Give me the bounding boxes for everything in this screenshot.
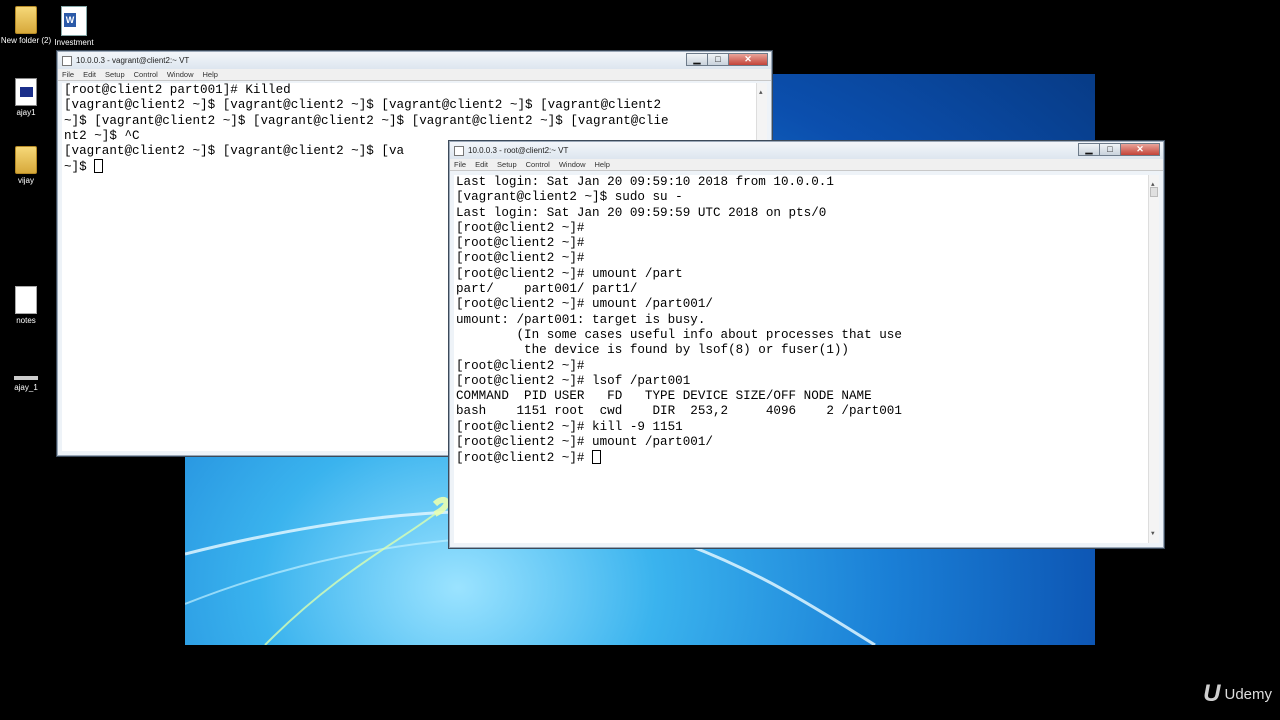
- menu-bar: File Edit Setup Control Window Help: [450, 159, 1163, 171]
- udemy-text: Udemy: [1224, 685, 1272, 703]
- terminal-line: [root@client2 ~]# umount /part: [456, 266, 683, 281]
- scrollbar-thumb[interactable]: [1150, 187, 1158, 197]
- window-titlebar[interactable]: 10.0.0.3 - vagrant@client2:~ VT ▁ □ ✕: [58, 52, 771, 69]
- desktop-icon-label: Investment: [54, 38, 94, 47]
- menu-setup[interactable]: Setup: [105, 70, 125, 79]
- terminal-line: (In some cases useful info about process…: [456, 327, 902, 342]
- desktop-icon-label: notes: [16, 316, 36, 325]
- desktop-icon-new-folder[interactable]: New folder (2): [0, 6, 52, 46]
- minimize-button[interactable]: ▁: [1078, 143, 1100, 156]
- terminal-line-prompt: [root@client2 ~]#: [456, 450, 1159, 466]
- terminal-window-root[interactable]: 10.0.0.3 - root@client2:~ VT ▁ □ ✕ File …: [449, 141, 1164, 548]
- close-button[interactable]: ✕: [1120, 143, 1160, 156]
- terminal-line: the device is found by lsof(8) or fuser(…: [456, 343, 849, 358]
- terminal-line: [root@client2 ~]#: [456, 220, 585, 235]
- menu-control[interactable]: Control: [526, 160, 550, 169]
- desktop-icon-label: ajay_1: [14, 383, 38, 392]
- text-cursor: [94, 159, 104, 174]
- word-document-icon: W: [61, 6, 87, 36]
- terminal-line: [root@client2 ~]# kill -9 1151: [456, 419, 683, 434]
- desktop-icon-label: ajay1: [16, 108, 36, 117]
- menu-file[interactable]: File: [454, 160, 466, 169]
- terminal-line: Last login: Sat Jan 20 09:59:10 2018 fro…: [456, 175, 834, 189]
- terminal-line: [root@client2 ~]# umount /part001/: [456, 435, 713, 450]
- menu-file[interactable]: File: [62, 70, 74, 79]
- window-titlebar[interactable]: 10.0.0.3 - root@client2:~ VT ▁ □ ✕: [450, 142, 1163, 159]
- word-letter: W: [64, 13, 76, 27]
- desktop-icon-label: New folder (2): [0, 36, 52, 45]
- text-file-icon: [15, 286, 37, 314]
- terminal-line: Last login: Sat Jan 20 09:59:59 UTC 2018…: [456, 205, 827, 220]
- text-cursor: [592, 450, 602, 465]
- menu-setup[interactable]: Setup: [497, 160, 517, 169]
- terminal-line: [root@client2 ~]#: [456, 236, 585, 251]
- shortcut-icon: [15, 78, 37, 106]
- folder-icon: [15, 6, 37, 34]
- menu-help[interactable]: Help: [595, 160, 610, 169]
- window-controls: ▁ □ ✕: [1078, 143, 1160, 156]
- window-title: 10.0.0.3 - vagrant@client2:~ VT: [76, 56, 190, 65]
- udemy-logo-icon: U: [1203, 680, 1221, 707]
- terminal-line: [root@client2 ~]# umount /part001/: [456, 297, 713, 312]
- terminal-line: bash 1151 root cwd DIR 253,2 4096 2 /par…: [456, 404, 902, 419]
- desktop-icon-label: vijay: [17, 176, 34, 185]
- close-button[interactable]: ✕: [728, 53, 768, 66]
- menu-edit[interactable]: Edit: [83, 70, 96, 79]
- terminal-line: [root@client2 ~]# lsof /part001: [456, 373, 691, 388]
- menu-control[interactable]: Control: [134, 70, 158, 79]
- folder-icon: [15, 146, 37, 174]
- minimize-button[interactable]: ▁: [686, 53, 708, 66]
- terminal-app-icon: [62, 55, 72, 66]
- desktop-icon-notes[interactable]: notes: [0, 286, 52, 326]
- terminal-line: COMMAND PID USER FD TYPE DEVICE SIZE/OFF…: [456, 389, 872, 404]
- terminal-line: [vagrant@client2 ~]$ sudo su -: [456, 190, 683, 205]
- window-controls: ▁ □ ✕: [686, 53, 768, 66]
- scrollbar[interactable]: ▲▼: [1148, 175, 1159, 543]
- window-title: 10.0.0.3 - root@client2:~ VT: [468, 146, 569, 155]
- desktop-icon-investment[interactable]: W Investment: [48, 6, 100, 48]
- terminal-app-icon: [454, 145, 464, 156]
- terminal-line: [vagrant@client2 ~]$ [vagrant@client2 ~]…: [64, 98, 662, 113]
- terminal-line: [root@client2 ~]#: [456, 358, 585, 373]
- udemy-watermark: U Udemy: [1203, 680, 1272, 708]
- menu-window[interactable]: Window: [559, 160, 586, 169]
- menu-window[interactable]: Window: [167, 70, 194, 79]
- terminal-line: [root@client2 ~]#: [456, 251, 585, 266]
- terminal-line: [root@client2 part001]# Killed: [64, 83, 291, 97]
- file-icon: [14, 376, 38, 380]
- scroll-down-icon[interactable]: ▼: [1151, 526, 1155, 541]
- menu-edit[interactable]: Edit: [475, 160, 488, 169]
- terminal-line: umount: /part001: target is busy.: [456, 312, 706, 327]
- menu-help[interactable]: Help: [203, 70, 218, 79]
- terminal-line: part/ part001/ part1/: [456, 282, 638, 297]
- terminal-output[interactable]: Last login: Sat Jan 20 09:59:10 2018 fro…: [454, 175, 1159, 543]
- menu-bar: File Edit Setup Control Window Help: [58, 69, 771, 81]
- prompt-text: ~]$: [64, 160, 95, 175]
- desktop-icon-ajay-1[interactable]: ajay_1: [0, 376, 52, 393]
- maximize-button[interactable]: □: [1099, 143, 1121, 156]
- maximize-button[interactable]: □: [707, 53, 729, 66]
- terminal-line: ~]$ [vagrant@client2 ~]$ [vagrant@client…: [64, 113, 669, 128]
- prompt-text: [root@client2 ~]#: [456, 451, 593, 466]
- desktop-icon-vijay[interactable]: vijay: [0, 146, 52, 186]
- scroll-up-icon[interactable]: ▲: [759, 85, 763, 100]
- desktop-icon-ajay1[interactable]: ajay1: [0, 78, 52, 118]
